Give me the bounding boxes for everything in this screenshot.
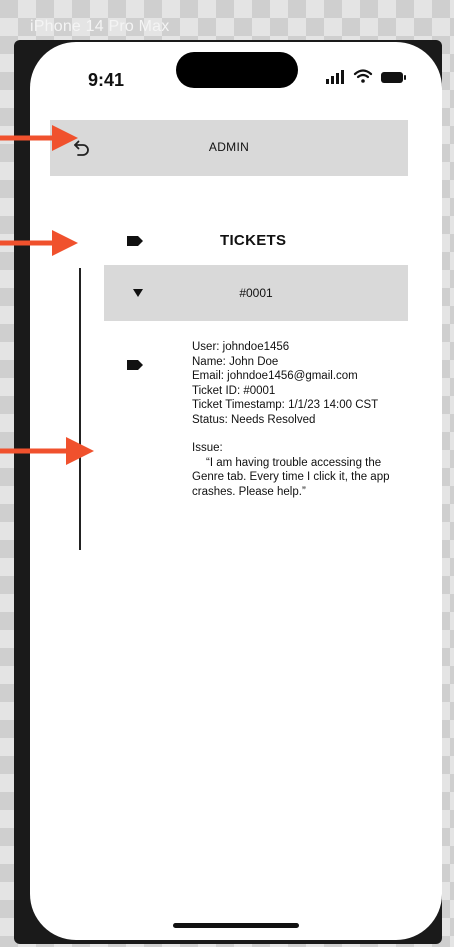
detail-user: User: johndoe1456 <box>192 341 290 353</box>
tickets-heading: TICKETS <box>220 232 287 249</box>
annotation-arrow <box>0 437 94 465</box>
phone-screen: 9:41 ADMIN TICKETS #0001 User: johndoe14… <box>30 42 442 940</box>
page-title: ADMIN <box>208 140 250 154</box>
status-time: 9:41 <box>88 70 125 90</box>
dynamic-island <box>176 52 298 88</box>
home-indicator <box>173 923 299 928</box>
battery-icon <box>381 72 406 83</box>
annotation-arrow <box>0 230 78 256</box>
issue-label: Issue: <box>192 442 223 454</box>
wifi-icon <box>353 69 373 83</box>
tag-icon <box>127 360 143 370</box>
status-icons <box>326 69 406 84</box>
issue-text: “I am having trouble accessing the Genre… <box>192 456 390 498</box>
ticket-id: #0001 <box>239 286 273 300</box>
tree-connector-line <box>79 268 81 550</box>
detail-timestamp: Ticket Timestamp: 1/1/23 14:00 CST <box>192 399 379 411</box>
admin-header: ADMIN <box>50 120 408 176</box>
tag-icon <box>127 236 143 246</box>
detail-name: Name: John Doe <box>192 355 279 368</box>
detail-email: Email: johndoe1456@gmail.com <box>192 370 358 382</box>
signal-icon <box>326 70 344 84</box>
detail-status: Status: Needs Resolved <box>192 413 316 426</box>
detail-ticket-id: Ticket ID: #0001 <box>192 384 276 397</box>
ticket-details: User: johndoe1456 Name: John Doe Email: … <box>192 340 412 499</box>
ticket-row[interactable]: #0001 <box>104 265 408 321</box>
annotation-arrow <box>0 125 78 151</box>
frame-label: iPhone 14 Pro Max <box>30 18 170 35</box>
